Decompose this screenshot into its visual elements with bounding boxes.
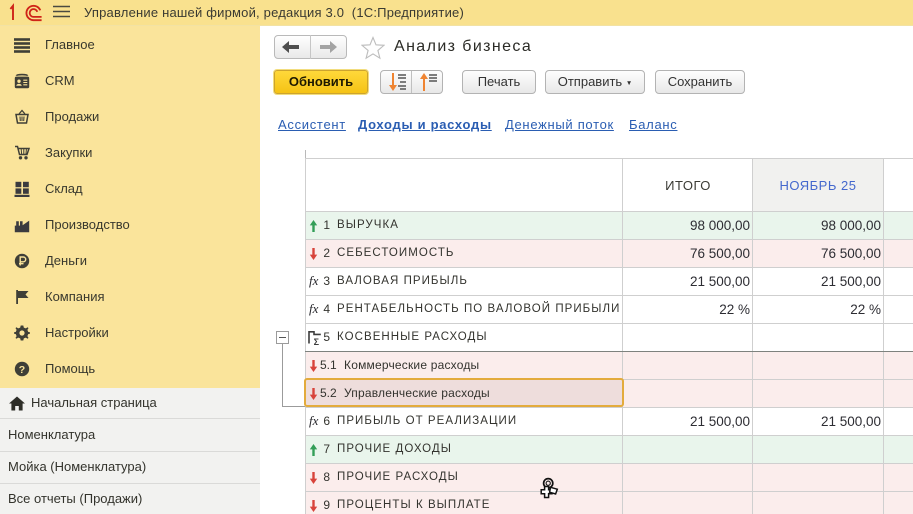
svg-text:?: ?: [19, 364, 25, 376]
